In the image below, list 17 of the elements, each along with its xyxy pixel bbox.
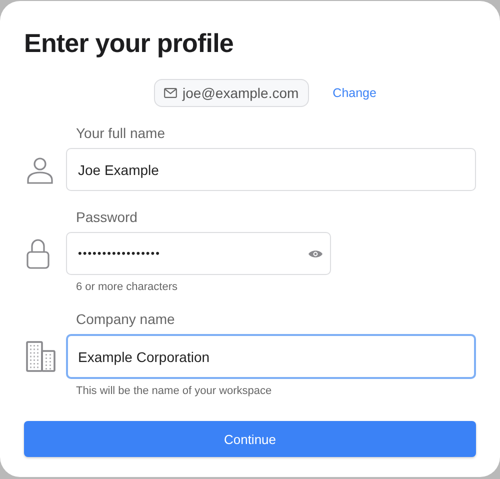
field-label: Password [76,209,138,225]
input-field[interactable]: Joe Example [66,148,476,191]
email-text: joe@example.com [182,85,299,101]
building-icon [26,341,56,372]
envelope-icon [164,88,177,98]
change-link[interactable]: Change [332,86,376,100]
input-field[interactable]: Example Corporation [66,334,476,379]
field-hint: 6 or more characters [76,281,178,293]
field-hint: This will be the name of your workspace [76,385,272,397]
input-field[interactable]: ••••••••••••••••• [66,232,331,275]
continue-button[interactable]: Continue [24,421,476,457]
dialog-title: Enter your profile [24,27,234,59]
field-label: Company name [76,311,175,327]
padlock-icon [26,238,50,270]
field-label: Your full name [76,125,165,141]
eye-icon[interactable] [308,248,323,258]
person-icon [26,156,54,184]
